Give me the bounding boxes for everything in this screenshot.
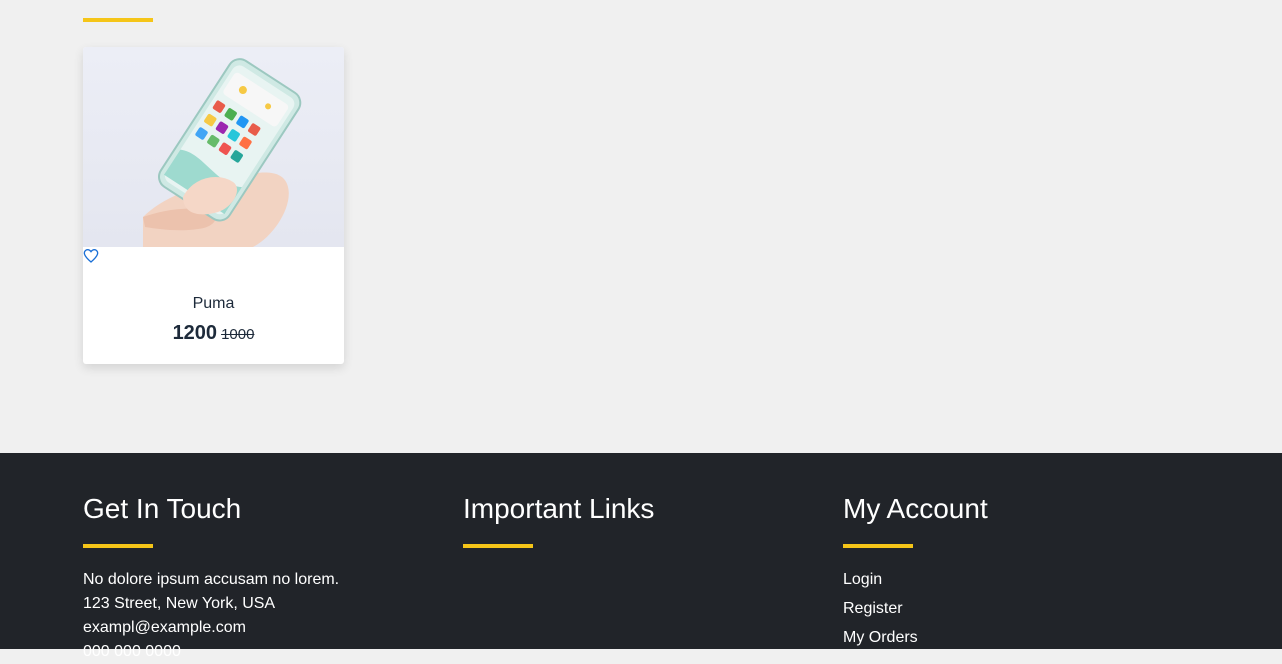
footer-contact-title: Get In Touch bbox=[83, 493, 242, 524]
product-name[interactable]: Puma bbox=[83, 295, 344, 313]
footer-account-accent-bar bbox=[843, 544, 913, 548]
account-link-login[interactable]: Login bbox=[843, 568, 918, 597]
footer-contact-lines: No dolore ipsum accusam no lorem. 123 St… bbox=[83, 568, 339, 664]
account-link-my-orders[interactable]: My Orders bbox=[843, 626, 918, 655]
site-footer: Get In Touch No dolore ipsum accusam no … bbox=[0, 453, 1282, 660]
footer-links-accent-bar bbox=[463, 544, 533, 548]
section-title-accent-bar bbox=[83, 18, 153, 22]
contact-tagline: No dolore ipsum accusam no lorem. bbox=[83, 571, 340, 588]
contact-phone[interactable]: 000 000 0000 bbox=[83, 640, 339, 664]
footer-account-links: Login Register My Orders bbox=[843, 568, 918, 655]
contact-email[interactable]: exampl@example.com bbox=[83, 616, 339, 640]
contact-address: 123 Street, New York, USA bbox=[83, 595, 276, 612]
footer-links-title: Important Links bbox=[463, 493, 655, 524]
price-row: 1200 1000 bbox=[83, 322, 344, 345]
product-photo bbox=[143, 58, 302, 247]
account-link-register[interactable]: Register bbox=[843, 597, 918, 626]
product-image[interactable] bbox=[83, 47, 344, 247]
product-card[interactable]: Puma 1200 1000 bbox=[83, 47, 344, 364]
product-old-price: 1000 bbox=[221, 326, 255, 343]
footer-account-title: My Account bbox=[843, 493, 988, 524]
heart-outline-icon[interactable] bbox=[83, 248, 99, 264]
footer-contact-accent-bar bbox=[83, 544, 153, 548]
product-price: 1200 bbox=[172, 322, 218, 344]
